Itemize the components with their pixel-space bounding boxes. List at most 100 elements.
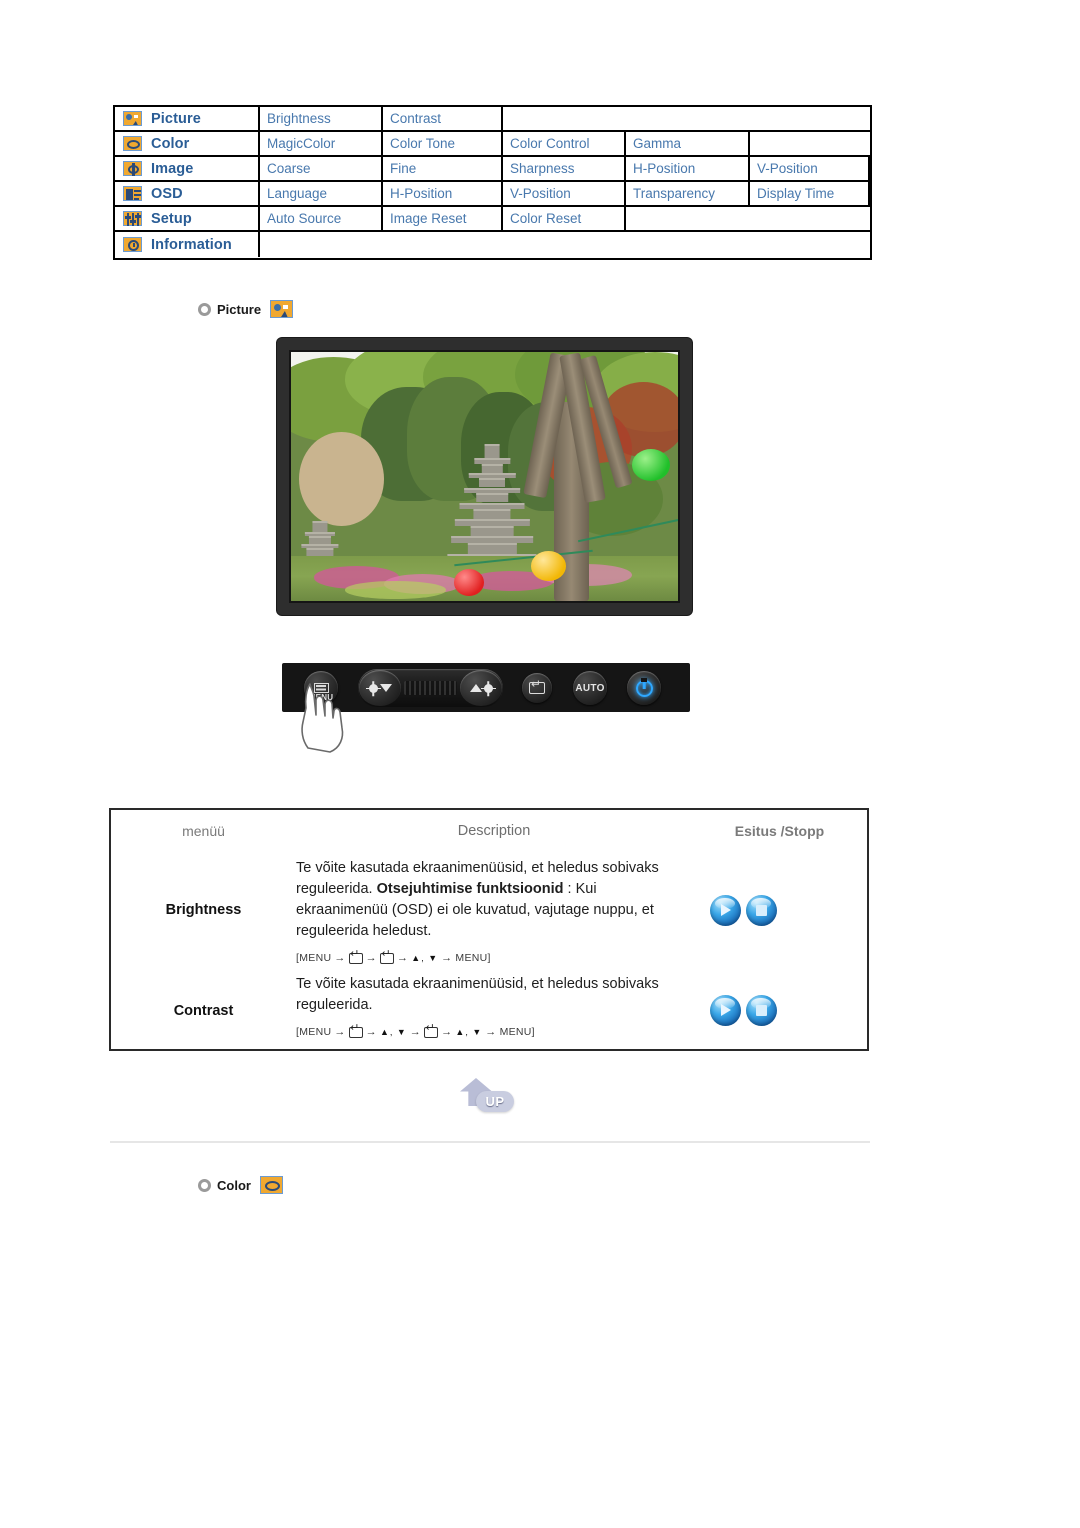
desc-line-2: reguleerida. (296, 997, 373, 1013)
menu-item-color-reset[interactable]: Color Reset (503, 207, 626, 232)
enter-key-icon (379, 949, 394, 964)
garden-photo (291, 352, 678, 601)
chevron-down-icon (379, 684, 392, 692)
menu-category-osd[interactable]: OSD (115, 182, 260, 207)
menu-item-display-time[interactable]: Display Time (750, 182, 870, 207)
ring-bullet-icon (198, 1178, 211, 1192)
menu-item-h-position[interactable]: H-Position (626, 157, 750, 182)
rocker-texture (404, 681, 457, 695)
table-row: Contrast Te võite kasutada ekraanimenüüs… (111, 968, 867, 1053)
up-button[interactable]: UP (458, 1078, 516, 1114)
menu-item-coarse[interactable]: Coarse (260, 157, 383, 182)
up-down-key-icon: ▲, ▼ (379, 1027, 407, 1037)
page-root: Picture Brightness Contrast Color MagicC… (0, 0, 1080, 1528)
menu-row-filler (750, 132, 870, 157)
arrow-icon: → (365, 952, 377, 964)
power-icon (635, 679, 653, 697)
arrow-icon: → (334, 1026, 346, 1038)
seq-token: MENU] (499, 1026, 535, 1038)
row-description-contrast: Te võite kasutada ekraanimenüüsid, et he… (296, 968, 692, 1053)
arrow-icon: → (485, 1026, 497, 1038)
row-controls-contrast (692, 968, 867, 1053)
image-icon (123, 161, 142, 176)
enter-key-icon (348, 949, 363, 964)
osd-menu-map-table: Picture Brightness Contrast Color MagicC… (113, 105, 872, 260)
up-brightness-button[interactable] (460, 670, 502, 706)
enter-button[interactable] (522, 673, 552, 703)
header-description: Description (457, 823, 531, 839)
green-lantern (631, 449, 671, 482)
menu-item-v-position[interactable]: V-Position (503, 182, 626, 207)
menu-description-table: menüü Description Esitus /Stopp Brightne… (109, 808, 869, 1051)
brightness-sun-icon (480, 683, 496, 693)
description-table-header: menüü Description Esitus /Stopp (111, 810, 867, 852)
menu-item-image-reset[interactable]: Image Reset (383, 207, 503, 232)
menu-item-gamma[interactable]: Gamma (626, 132, 750, 157)
arrow-icon: → (334, 952, 346, 964)
play-icon[interactable] (710, 995, 741, 1026)
menu-category-picture[interactable]: Picture (115, 107, 260, 132)
key-sequence-contrast: [MENU → → ▲, ▼ → → ▲, ▼ → MENU] (296, 1023, 684, 1038)
arrow-icon: → (441, 952, 453, 964)
menu-item-language[interactable]: Language (260, 182, 383, 207)
play-icon[interactable] (710, 894, 741, 926)
menu-category-label: Setup (151, 210, 192, 227)
enter-icon (529, 678, 545, 694)
section-heading-color: Color (198, 1176, 283, 1194)
arrow-icon: → (441, 1026, 453, 1038)
section-title: Color (217, 1177, 251, 1193)
menu-item-v-position[interactable]: V-Position (750, 157, 870, 182)
info-icon (123, 237, 142, 252)
menu-row-filler (503, 107, 870, 132)
arrow-icon: → (365, 1026, 377, 1038)
row-menu-contrast: Contrast (173, 1002, 234, 1019)
menu-category-information[interactable]: Information (115, 232, 260, 257)
pointing-hand-illustration (301, 683, 344, 753)
menu-category-color[interactable]: Color (115, 132, 260, 157)
seq-token: MENU] (455, 952, 491, 964)
power-button[interactable] (627, 671, 661, 705)
menu-category-label: Color (151, 135, 190, 152)
row-description-brightness: Te võite kasutada ekraanimenüüsid, et he… (296, 852, 692, 968)
menu-item-color-control[interactable]: Color Control (503, 132, 626, 157)
enter-key-icon (348, 1023, 363, 1038)
autumn-shrub (298, 431, 384, 527)
menu-item-auto-source[interactable]: Auto Source (260, 207, 383, 232)
menu-row-filler (626, 207, 870, 232)
menu-map-row-image: Image Coarse Fine Sharpness H-Position V… (115, 157, 870, 182)
menu-category-label: Picture (151, 110, 201, 127)
brightness-rocker[interactable] (358, 669, 503, 707)
header-menu: menüü (182, 823, 225, 839)
yellow-lantern (530, 551, 566, 582)
section-heading-picture: Picture (198, 300, 294, 318)
menu-item-transparency[interactable]: Transparency (626, 182, 750, 207)
menu-item-magiccolor[interactable]: MagicColor (260, 132, 383, 157)
menu-map-row-osd: OSD Language H-Position V-Position Trans… (115, 182, 870, 207)
enter-key-icon (424, 1023, 439, 1038)
seq-token: [MENU (296, 1026, 332, 1038)
ring-bullet-icon (198, 302, 211, 316)
menu-category-image[interactable]: Image (115, 157, 260, 182)
menu-item-color-tone[interactable]: Color Tone (383, 132, 503, 157)
description-paragraph: Te võite kasutada ekraanimenüüsid, et he… (296, 974, 684, 1016)
auto-button[interactable]: AUTO (573, 671, 607, 705)
menu-category-label: Image (151, 160, 194, 177)
menu-item-contrast[interactable]: Contrast (383, 107, 503, 132)
menu-category-setup[interactable]: Setup (115, 207, 260, 232)
menu-item-fine[interactable]: Fine (383, 157, 503, 182)
menu-item-brightness[interactable]: Brightness (260, 107, 383, 132)
desc-line-2: reguleerida. (296, 881, 373, 897)
stop-icon[interactable] (746, 995, 777, 1026)
color-icon (259, 1176, 283, 1194)
stop-icon[interactable] (746, 894, 777, 926)
up-button-pill: UP (476, 1091, 514, 1112)
arrow-icon: → (396, 952, 409, 964)
menu-item-sharpness[interactable]: Sharpness (503, 157, 626, 182)
up-down-key-icon: ▲, ▼ (411, 953, 439, 963)
up-down-key-icon: ▲, ▼ (455, 1027, 483, 1037)
menu-item-h-position[interactable]: H-Position (383, 182, 503, 207)
key-sequence-brightness: [MENU → → → ▲, ▼ → MENU] (296, 949, 684, 964)
monitor-preview (277, 338, 692, 615)
seq-token: [MENU (296, 952, 332, 964)
menu-map-row-information: Information (115, 232, 870, 257)
